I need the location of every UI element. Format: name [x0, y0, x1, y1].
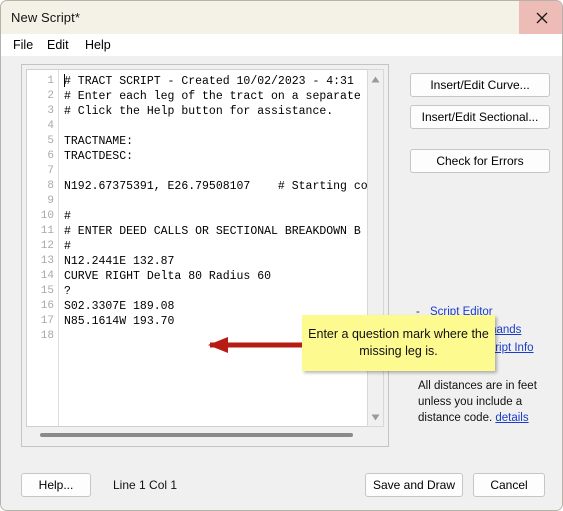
code-line: #: [64, 210, 71, 223]
line-number: 15: [40, 285, 54, 297]
code-line: # Click the Help button for assistance.: [64, 105, 334, 118]
cancel-button[interactable]: Cancel: [473, 473, 545, 497]
line-number: 1: [47, 75, 54, 87]
code-line: N85.1614W 193.70: [64, 315, 175, 328]
distance-units-note: All distances are in feet unless you inc…: [418, 378, 553, 426]
line-number: 17: [40, 315, 54, 327]
insert-edit-sectional-button[interactable]: Insert/Edit Sectional...: [410, 105, 550, 129]
code-line: N192.67375391, E26.79508107 # Starting c…: [64, 180, 368, 193]
insert-edit-curve-button[interactable]: Insert/Edit Curve...: [410, 73, 550, 97]
line-number: 13: [40, 255, 54, 267]
line-number: 3: [47, 105, 54, 117]
code-line: # ENTER DEED CALLS OR SECTIONAL BREAKDOW…: [64, 225, 361, 238]
close-icon[interactable]: [519, 1, 562, 34]
code-line: TRACTDESC:: [64, 150, 134, 163]
help-button[interactable]: Help...: [21, 473, 91, 497]
annotation-arrow-icon: [208, 337, 302, 353]
save-and-draw-button[interactable]: Save and Draw: [365, 473, 463, 497]
menu-item-file[interactable]: File: [9, 37, 37, 53]
code-line: # Enter each leg of the tract on a separ…: [64, 90, 361, 103]
horizontal-scrollbar[interactable]: [26, 429, 381, 441]
menu-item-edit[interactable]: Edit: [43, 37, 73, 53]
title-bar: New Script*: [1, 1, 562, 34]
line-number: 4: [47, 120, 54, 132]
code-line: ?: [64, 285, 71, 298]
line-number: 6: [47, 150, 54, 162]
check-for-errors-button[interactable]: Check for Errors: [410, 149, 550, 173]
line-number: 14: [40, 270, 54, 282]
menu-item-help[interactable]: Help: [81, 37, 115, 53]
line-number-gutter: 1 2 3 4 5 6 7 8 9 10 11 12 13 14 15 16 17 18: [27, 70, 59, 426]
dialog-footer: Help... Line 1 Col 1 Save and Draw Cance…: [1, 457, 562, 510]
scroll-down-arrow-icon[interactable]: [368, 409, 383, 425]
vertical-scrollbar[interactable]: [367, 69, 384, 427]
line-number: 12: [40, 240, 54, 252]
code-line: TRACTNAME:: [64, 135, 134, 148]
dialog-body: 1 2 3 4 5 6 7 8 9 10 11 12 13 14 15 16 17 18 # TRACT SCRI…: [1, 56, 562, 457]
code-line: CURVE RIGHT Delta 80 Radius 60: [64, 270, 272, 283]
script-editor-panel: 1 2 3 4 5 6 7 8 9 10 11 12 13 14 15 16 17 18 # TRACT SCRI…: [21, 64, 389, 447]
script-text-area[interactable]: 1 2 3 4 5 6 7 8 9 10 11 12 13 14 15 16 17 18 # TRACT SCRI…: [26, 69, 384, 427]
cursor-position-status: Line 1 Col 1: [113, 478, 178, 492]
code-content[interactable]: # TRACT SCRIPT - Created 10/02/2023 - 4:…: [59, 70, 383, 426]
scroll-up-arrow-icon[interactable]: [368, 71, 383, 87]
annotation-callout-text: Enter a question mark where the missing …: [308, 327, 489, 358]
annotation-callout: Enter a question mark where the missing …: [302, 315, 495, 371]
line-number: 2: [47, 90, 54, 102]
line-number: 11: [40, 225, 54, 237]
link-details[interactable]: details: [495, 412, 528, 424]
code-line: S02.3307E 189.08: [64, 300, 175, 313]
menu-bar: File Edit Help: [1, 34, 562, 56]
horizontal-scrollbar-thumb[interactable]: [40, 433, 353, 437]
line-number: 10: [40, 210, 54, 222]
line-number: 18: [40, 330, 54, 342]
line-number: 8: [47, 180, 54, 192]
line-number: 7: [47, 165, 54, 177]
line-number: 5: [47, 135, 54, 147]
line-number: 9: [47, 195, 54, 207]
line-number: 16: [40, 300, 54, 312]
code-line: #: [64, 240, 71, 253]
code-line: # TRACT SCRIPT - Created 10/02/2023 - 4:…: [64, 75, 354, 88]
window-title: New Script*: [11, 10, 81, 25]
right-tool-panel: Insert/Edit Curve... Insert/Edit Section…: [401, 64, 551, 447]
code-line: N12.2441E 132.87: [64, 255, 175, 268]
script-editor-window: New Script* File Edit Help 1 2 3 4 5 6 7 8 9 10 11…: [0, 0, 563, 511]
